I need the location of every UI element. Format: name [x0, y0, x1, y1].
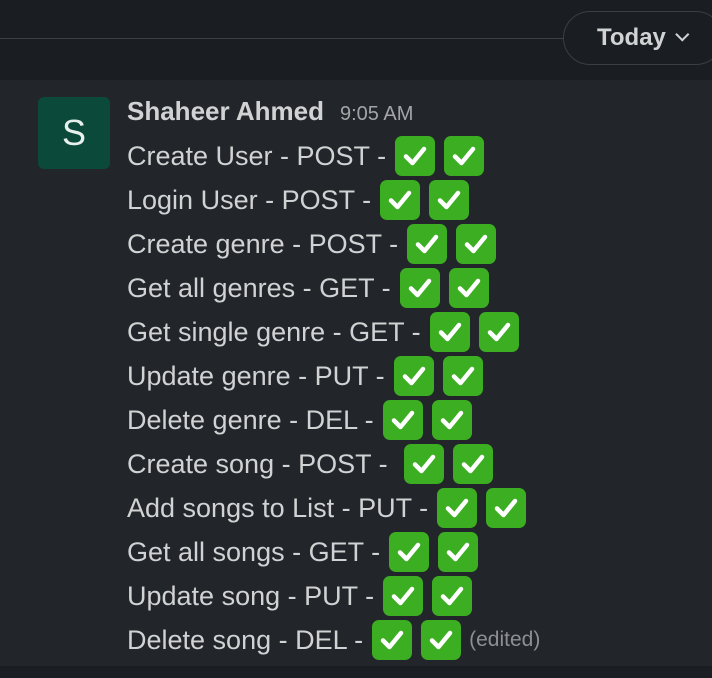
- message-timestamp[interactable]: 9:05 AM: [340, 103, 413, 126]
- message-line-text: Add songs to List - PUT -: [127, 492, 429, 523]
- message-line: Update genre - PUT -: [127, 354, 697, 398]
- check-mark-icon: [393, 356, 434, 396]
- sender-name[interactable]: Shaheer Ahmed: [127, 96, 324, 127]
- message-line: Get all songs - GET -: [127, 530, 697, 574]
- check-mark-icon: [456, 224, 497, 264]
- check-mark-icon: [486, 488, 527, 528]
- message-line: Login User - POST -: [127, 178, 697, 222]
- message-body: Create User - POST - Login User - POST - C…: [127, 134, 697, 662]
- message-line: Update song - PUT -: [127, 574, 697, 618]
- check-mark-icon: [478, 312, 519, 352]
- check-mark-icon: [438, 532, 479, 572]
- message-line: Create genre - POST -: [127, 222, 697, 266]
- check-mark-icon: [431, 400, 472, 440]
- check-mark-icon: [407, 224, 448, 264]
- message-line-text: Update song - PUT -: [127, 580, 375, 611]
- check-mark-icon: [448, 268, 489, 308]
- check-mark-icon: [382, 400, 423, 440]
- check-mark-icon: [372, 620, 413, 660]
- message-line-text: Delete genre - DEL -: [127, 404, 374, 435]
- check-mark-icon: [421, 620, 462, 660]
- message-line-text: Create song - POST -: [127, 448, 396, 479]
- check-mark-icon: [442, 356, 483, 396]
- check-mark-icon: [432, 576, 473, 616]
- check-mark-icon: [404, 444, 445, 484]
- message-line: Delete song - DEL - (edited): [127, 618, 697, 662]
- check-mark-icon: [444, 136, 485, 176]
- date-divider-label: Today: [597, 24, 666, 51]
- check-mark-icon: [453, 444, 494, 484]
- message-line-text: Update genre - PUT -: [127, 360, 385, 391]
- check-mark-icon: [395, 136, 436, 176]
- message-line-text: Create User - POST -: [127, 140, 387, 171]
- check-mark-icon: [399, 268, 440, 308]
- check-mark-icon: [380, 180, 421, 220]
- message-line: Get all genres - GET -: [127, 266, 697, 310]
- chevron-down-icon: [675, 27, 690, 42]
- message-line: Add songs to List - PUT -: [127, 486, 697, 530]
- message-line: Create song - POST -: [127, 442, 697, 486]
- check-mark-icon: [429, 312, 470, 352]
- check-mark-icon: [429, 180, 470, 220]
- message-line: Delete genre - DEL -: [127, 398, 697, 442]
- message-line-text: Login User - POST -: [127, 184, 372, 215]
- message-line-text: Get all genres - GET -: [127, 272, 391, 303]
- message-line-text: Delete song - DEL -: [127, 624, 364, 655]
- check-mark-icon: [389, 532, 430, 572]
- edited-label: (edited): [469, 628, 541, 651]
- date-divider-button[interactable]: Today: [563, 11, 712, 65]
- message-line: Get single genre - GET -: [127, 310, 697, 354]
- message-line-text: Get single genre - GET -: [127, 316, 421, 347]
- avatar[interactable]: S: [38, 97, 110, 169]
- message-line: Create User - POST -: [127, 134, 697, 178]
- check-mark-icon: [383, 576, 424, 616]
- check-mark-icon: [437, 488, 478, 528]
- avatar-letter: S: [61, 112, 86, 153]
- message-header: Shaheer Ahmed 9:05 AM: [127, 96, 413, 130]
- message-line-text: Create genre - POST -: [127, 228, 399, 259]
- message-line-text: Get all songs - GET -: [127, 536, 381, 567]
